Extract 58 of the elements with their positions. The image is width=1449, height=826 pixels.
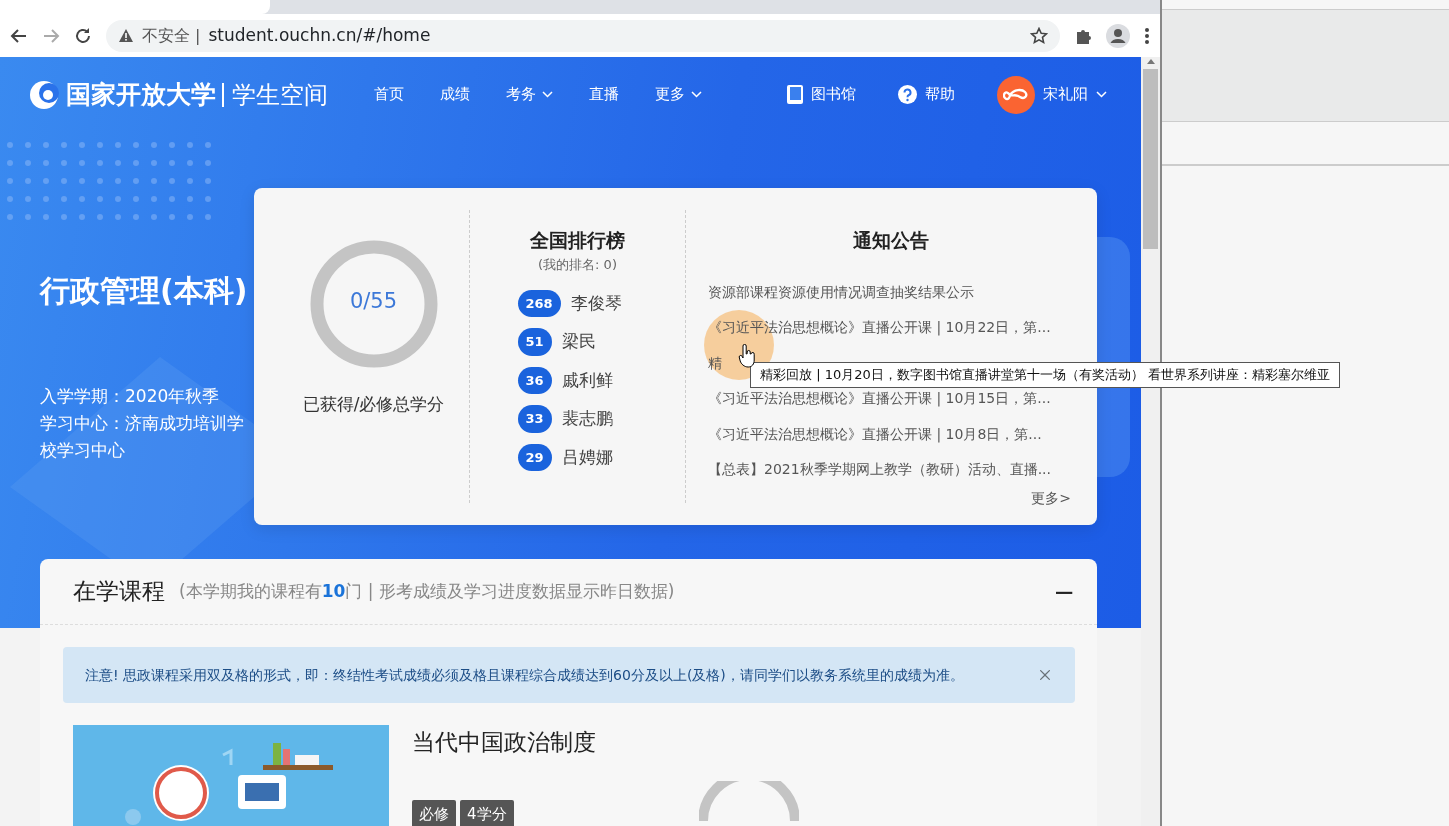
student-name: 李俊琴 xyxy=(570,291,622,315)
chevron-down-icon xyxy=(542,91,553,98)
notice-link[interactable]: 资源部课程资源使用情况调查抽奖结果公示 xyxy=(708,274,1073,310)
logo-icon xyxy=(28,78,60,111)
collapse-button[interactable]: − xyxy=(1053,578,1075,605)
chevron-down-icon xyxy=(1096,91,1107,98)
alert-text: 注意! 思政课程采用双及格的形式，即：终结性考试成绩必须及格且课程综合成绩达到60分及以上(及格)，请同学们以教务系统里的成绩为准。 xyxy=(85,665,964,685)
more-link[interactable]: 更多> xyxy=(1031,487,1071,509)
course-tag: 4学分 xyxy=(460,799,514,826)
score-badge: 33 xyxy=(517,405,552,433)
help-icon xyxy=(898,85,917,104)
student-name: 戚利鲜 xyxy=(561,368,613,392)
logo-text: 国家开放大学 xyxy=(66,78,216,111)
back-icon[interactable] xyxy=(10,26,28,45)
ranking-title: 全国排行榜 xyxy=(530,228,625,253)
ranking-subtitle: (我的排名: 0) xyxy=(538,255,617,274)
menu-icon[interactable] xyxy=(1144,26,1150,45)
cursor-icon xyxy=(738,344,756,368)
user-menu[interactable]: 宋礼阳 xyxy=(991,74,1113,115)
security-label: 不安全 | xyxy=(142,24,201,47)
reload-icon[interactable] xyxy=(74,26,92,45)
notices-title: 通知公告 xyxy=(851,228,930,253)
score-badge: 29 xyxy=(517,443,552,471)
student-name: 裴志鹏 xyxy=(561,407,613,430)
warning-icon xyxy=(118,28,134,43)
credit-caption: 已获得/必修总学分 xyxy=(302,393,445,416)
nav-link[interactable]: 直播 xyxy=(571,83,637,106)
student-name: 吕娉娜 xyxy=(561,445,613,469)
score-badge: 268 xyxy=(517,289,561,317)
program-info: 入学学期：2020年秋季 xyxy=(40,385,221,408)
program-title: 行政管理(本科) xyxy=(40,272,249,310)
credit-reading: 0/55 xyxy=(348,288,399,315)
scrollbar-thumb[interactable] xyxy=(1143,69,1158,249)
notice-link[interactable]: 《习近平法治思想概论》直播公开课 | 10月22日，第... xyxy=(708,310,1073,346)
nav-link[interactable]: 首页 xyxy=(356,83,422,106)
score-badge: 36 xyxy=(517,366,552,394)
logo-subtitle: 学生空间 xyxy=(222,82,328,107)
book-icon xyxy=(787,85,803,104)
program-info: 学习中心：济南成功培训学校学习中心 xyxy=(40,412,245,462)
section-summary: (本学期我的课程有10门 | 形考成绩及学习进度数据显示昨日数据) xyxy=(179,579,675,603)
notice-link[interactable]: 《习近平法治思想概论》直播公开课 | 10月8日，第... xyxy=(708,416,1073,452)
tooltip: 精彩回放 | 10月20日，数字图书馆直播讲堂第十一场（有奖活动） 看世界系列讲座：精彩塞尔维亚 xyxy=(750,362,1340,388)
help-link[interactable]: 帮助 xyxy=(892,82,961,107)
nav-link[interactable]: 成绩 xyxy=(422,83,488,106)
student-name: 梁民 xyxy=(561,330,596,353)
nav-link[interactable]: 更多 xyxy=(637,83,720,106)
chevron-down-icon xyxy=(691,91,702,98)
section-title: 在学课程 xyxy=(73,577,165,607)
library-link[interactable]: 图书馆 xyxy=(781,82,862,107)
nav-link[interactable]: 考务 xyxy=(488,83,571,106)
profile-icon[interactable] xyxy=(1106,23,1130,48)
course-tag: 必修 xyxy=(412,799,456,826)
address-bar[interactable]: 不安全 | student.ouchn.cn/#/home xyxy=(106,19,1060,52)
notice-link[interactable]: 【总表】2021秋季学期网上教学（教研）活动、直播... xyxy=(708,452,1073,488)
url-text: student.ouchn.cn/#/home xyxy=(208,23,431,47)
course-name: 当代中国政治制度 xyxy=(412,728,596,757)
star-icon[interactable] xyxy=(1030,26,1048,45)
score-badge: 51 xyxy=(517,328,552,356)
